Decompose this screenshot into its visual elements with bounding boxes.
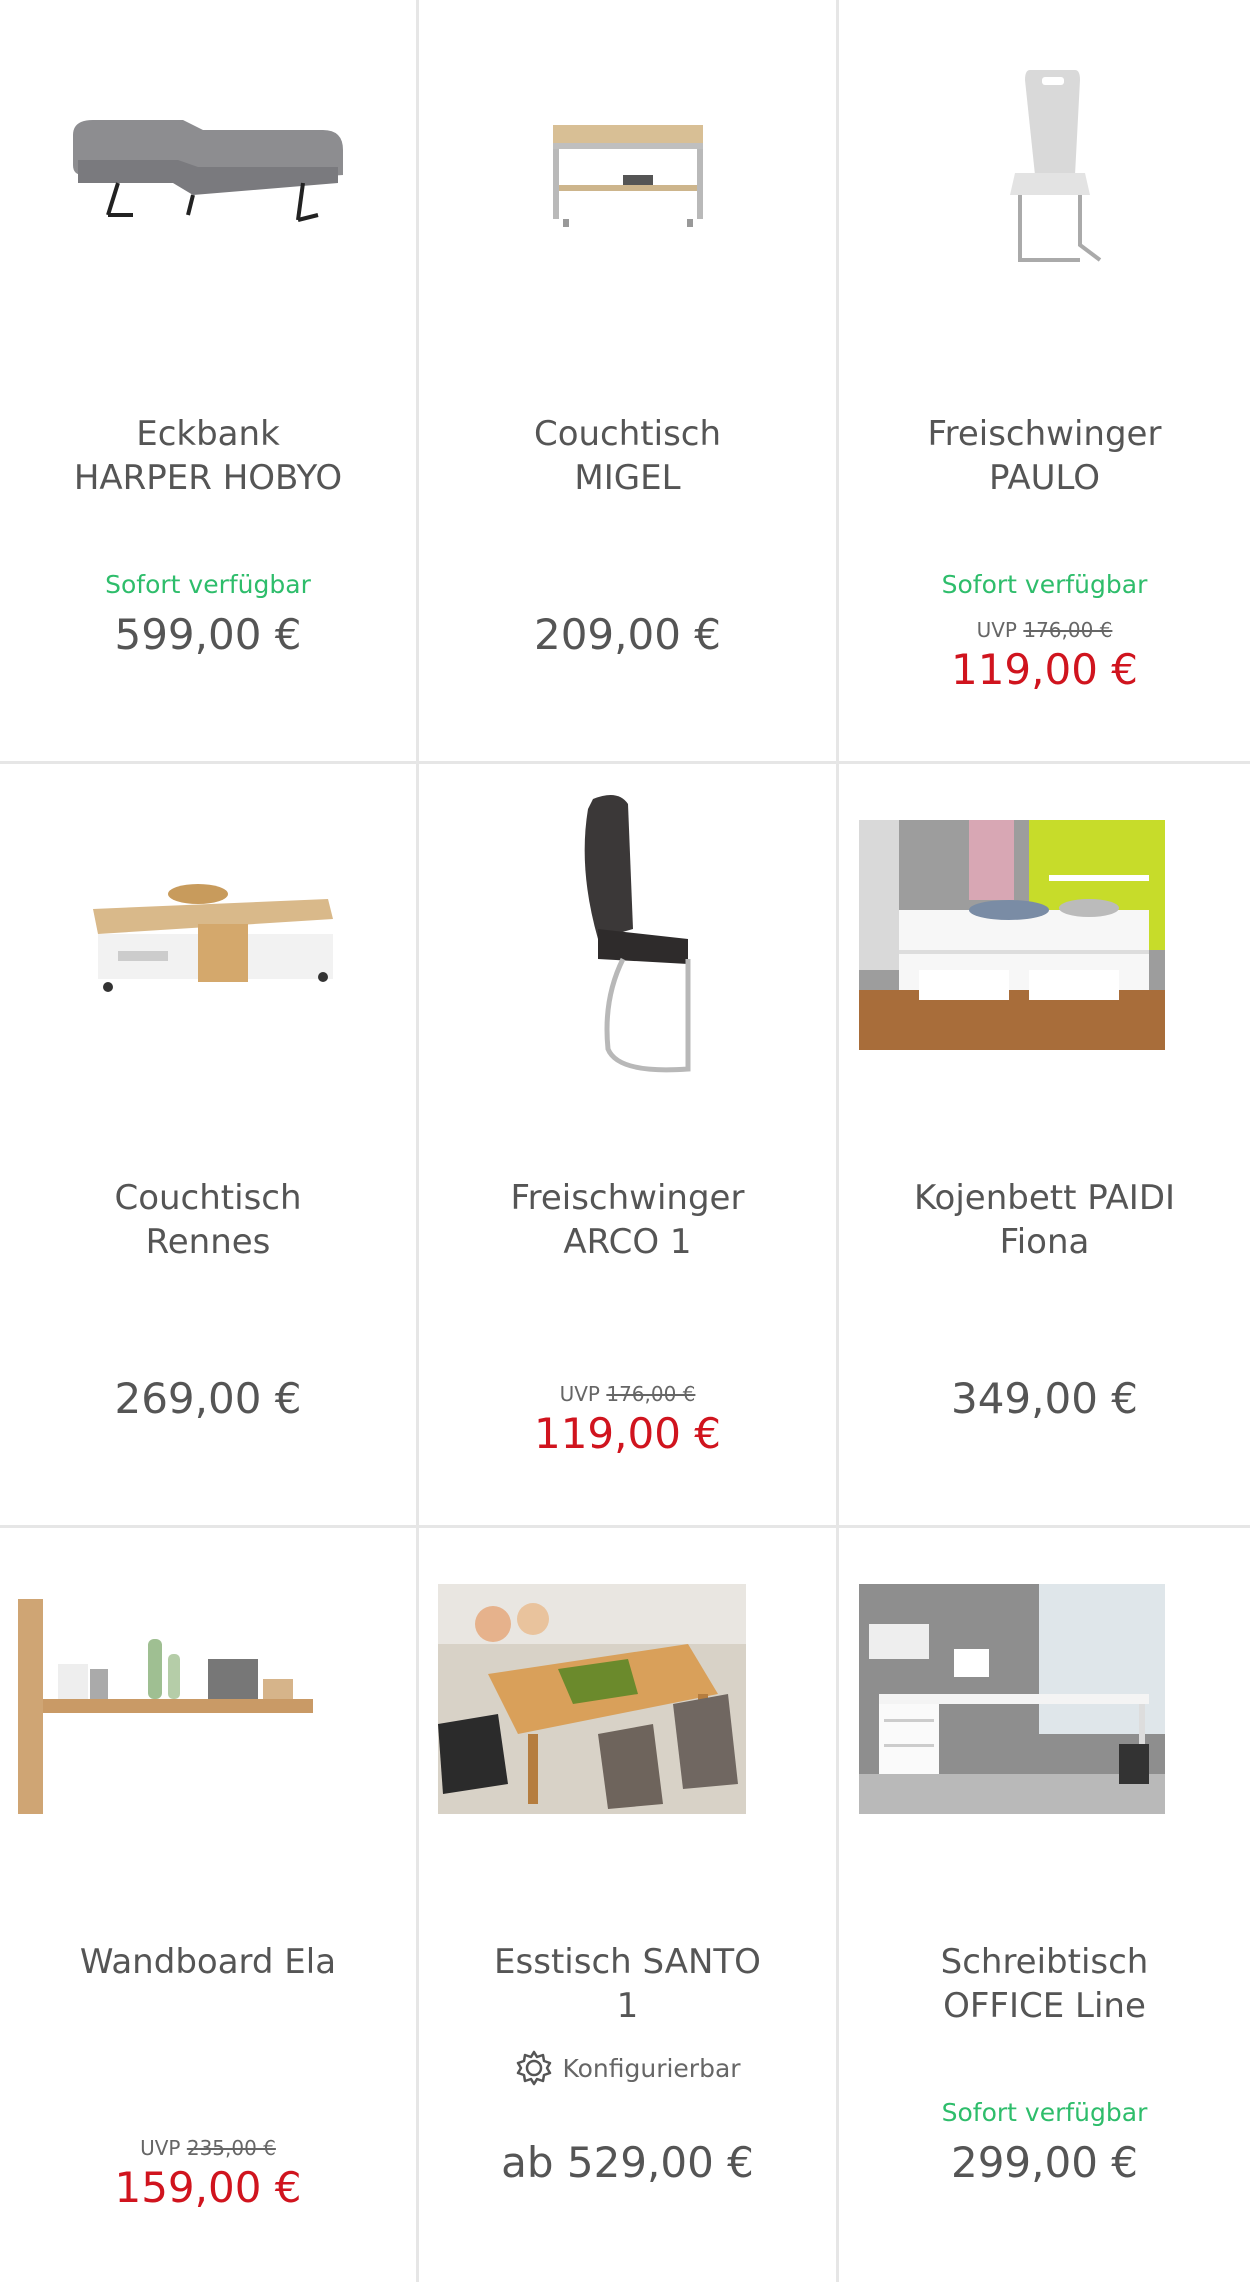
product-title[interactable]: Wandboard Ela [10,1940,406,1984]
product-card-wandboard-ela[interactable]: Wandboard Ela UVP 235,00 € 159,00 € [0,1528,419,2282]
price: 269,00 € [114,1374,302,1423]
product-image[interactable] [859,820,1165,1050]
product-title[interactable]: Couchtisch Rennes [10,1176,406,1264]
sale-price: 159,00 € [114,2163,302,2212]
product-grid: Eckbank HARPER HOBYO Sofort verfügbar 59… [0,0,1250,2282]
product-title[interactable]: Freischwinger ARCO 1 [429,1176,826,1264]
product-card-freischwinger-arco[interactable]: Freischwinger ARCO 1 UVP 176,00 € 119,00… [419,764,839,1528]
price: 349,00 € [950,1374,1139,1423]
product-card-couchtisch-migel[interactable]: Couchtisch MIGEL 209,00 € [419,0,839,764]
price: ab 529,00 € [501,2138,754,2187]
price: 209,00 € [533,610,722,659]
uvp-price: UVP 176,00 € [976,618,1113,642]
product-card-couchtisch-rennes[interactable]: Couchtisch Rennes 269,00 € [0,764,419,1528]
product-card-eckbank[interactable]: Eckbank HARPER HOBYO Sofort verfügbar 59… [0,0,419,764]
product-image[interactable] [438,1584,746,1814]
gear-icon [517,2050,552,2086]
product-title[interactable]: Eckbank HARPER HOBYO [10,412,406,500]
product-title[interactable]: Esstisch SANTO 1 [429,1940,826,2028]
product-title[interactable]: Schreibtisch OFFICE Line [849,1940,1240,2028]
product-title[interactable]: Freischwinger PAULO [849,412,1240,500]
product-image[interactable] [859,60,1230,280]
uvp-price: UVP 235,00 € [140,2136,276,2160]
product-image[interactable] [439,50,816,290]
sale-price: 119,00 € [950,645,1139,694]
product-card-freischwinger-paulo[interactable]: Freischwinger PAULO Sofort verfügbar UVP… [839,0,1250,764]
sale-price: 119,00 € [533,1409,722,1458]
product-card-esstisch-santo[interactable]: Esstisch SANTO 1 Konfigurierbar ab 529,0… [419,1528,839,2282]
price: 299,00 € [950,2138,1139,2187]
availability-label: Sofort verfügbar [941,2098,1148,2127]
product-image[interactable] [18,1584,313,1814]
product-image[interactable] [20,814,396,1054]
product-title[interactable]: Couchtisch MIGEL [429,412,826,500]
availability-label: Sofort verfügbar [105,570,311,599]
product-image[interactable] [859,1584,1165,1814]
product-card-schreibtisch-office[interactable]: Schreibtisch OFFICE Line Sofort verfügba… [839,1528,1250,2282]
product-image[interactable] [439,789,816,1079]
product-image[interactable] [20,50,396,290]
price: 599,00 € [114,610,302,659]
configurable-badge[interactable]: Konfigurierbar [419,2048,836,2088]
availability-label: Sofort verfügbar [941,570,1148,599]
product-title[interactable]: Kojenbett PAIDI Fiona [849,1176,1240,1264]
uvp-price: UVP 176,00 € [559,1382,696,1406]
product-card-kojenbett-paidi[interactable]: Kojenbett PAIDI Fiona 349,00 € [839,764,1250,1528]
